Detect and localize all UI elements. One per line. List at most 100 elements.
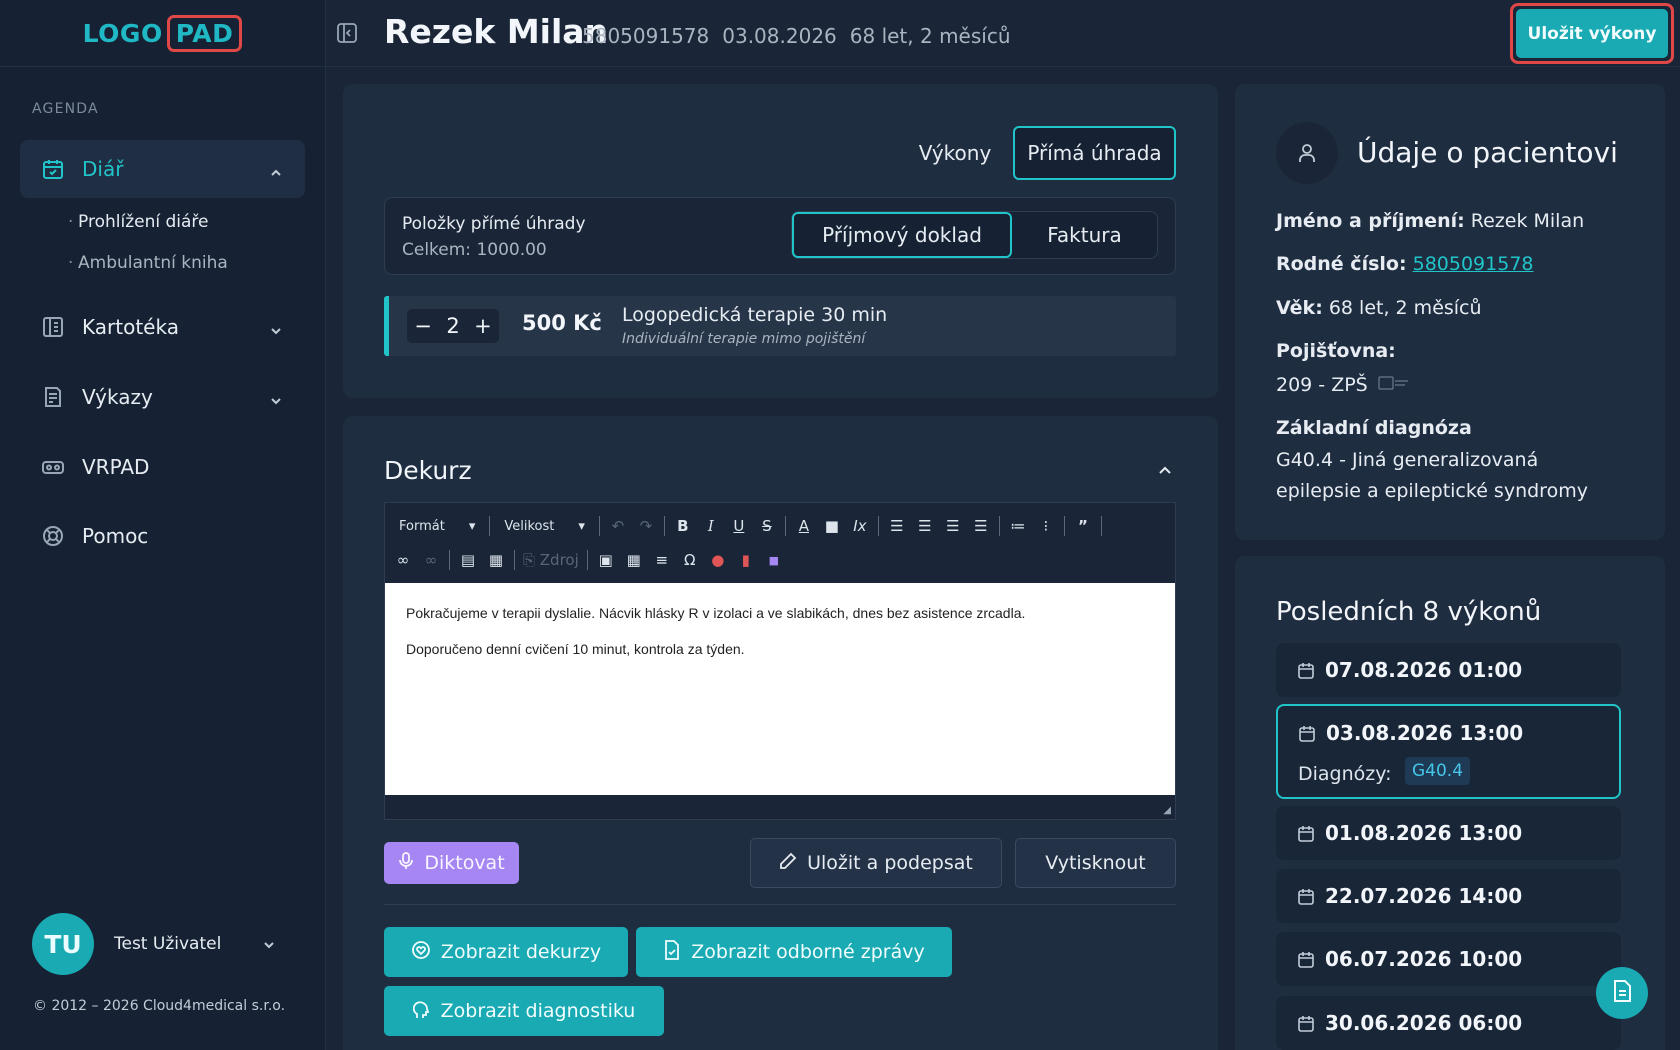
dropdown-arrow-icon: ▾: [578, 518, 585, 534]
show-reports-button[interactable]: Zobrazit odborné zprávy: [636, 927, 952, 977]
patient-rc-row: Rodné číslo: 5805091578: [1276, 253, 1534, 275]
calendar-icon: [1297, 824, 1315, 842]
visit-item[interactable]: 22.07.2026 14:00: [1276, 869, 1621, 923]
paste-text-icon[interactable]: ▦: [486, 551, 506, 569]
numbered-list-icon[interactable]: ≔: [1008, 517, 1028, 535]
bold-icon[interactable]: B: [673, 517, 693, 535]
sidebar-item-vykazy[interactable]: Výkazy: [20, 368, 305, 426]
show-diagnostics-button[interactable]: Zobrazit diagnostiku: [384, 986, 664, 1036]
print-button[interactable]: Vytisknout: [1015, 838, 1176, 888]
table-icon[interactable]: ▦: [624, 551, 644, 569]
visit-item[interactable]: 07.08.2026 01:00: [1276, 643, 1621, 697]
toolbar-divider: [514, 550, 515, 570]
sidebar-item-diar[interactable]: Diář: [20, 140, 305, 198]
insurer-row: 209 - ZPŠ: [1276, 374, 1410, 396]
text-color-icon[interactable]: A: [794, 517, 814, 535]
insurer-value: 209 - ZPŠ: [1276, 374, 1368, 396]
tab-prima-uhrada[interactable]: Přímá úhrada: [1013, 126, 1176, 180]
patient-rc: 5805091578: [582, 24, 710, 48]
redo-icon[interactable]: ↷: [636, 517, 656, 535]
chevron-up-icon[interactable]: [1157, 462, 1173, 478]
editor-paragraph: Doporučeno denní cvičení 10 minut, kontr…: [406, 641, 745, 657]
paste-icon[interactable]: ▤: [458, 551, 478, 569]
patient-meta: 5805091578 03.08.2026 68 let, 2 měsíců: [582, 24, 1011, 48]
sidebar-item-label: Výkazy: [82, 385, 153, 409]
insurance-card-icon: [1378, 374, 1410, 396]
unlink-icon[interactable]: ∞: [421, 551, 441, 569]
visit-date-row: 22.07.2026 14:00: [1297, 884, 1522, 908]
toolbar-divider: [586, 550, 588, 570]
special-char-icon[interactable]: Ω: [680, 551, 700, 569]
justify-icon[interactable]: ☰: [971, 517, 991, 535]
report-icon: [40, 384, 66, 410]
service-name: Logopedická terapie 30 min: [622, 304, 888, 326]
editor-content[interactable]: Pokračujeme v terapii dyslalie. Nácvik h…: [385, 583, 1175, 795]
calendar-icon: [40, 156, 66, 182]
service-note: Individuální terapie mimo pojištění: [622, 331, 866, 347]
format-select[interactable]: Formát ▾: [393, 519, 481, 534]
decrement-button[interactable]: −: [414, 314, 432, 338]
subnav-ambulantni-kniha[interactable]: Ambulantní kniha: [68, 253, 228, 273]
align-center-icon[interactable]: ☰: [915, 517, 935, 535]
ai-icon[interactable]: ■: [764, 554, 784, 567]
visit-date: 06.07.2026 10:00: [1325, 947, 1523, 971]
dictate-button[interactable]: Diktovat: [384, 842, 519, 884]
image-icon[interactable]: ▣: [596, 551, 616, 569]
increment-button[interactable]: +: [474, 314, 492, 338]
copyright: © 2012 – 2026 Cloud4medical s.r.o.: [33, 998, 286, 1014]
save-procedures-button[interactable]: Uložit výkony: [1516, 9, 1668, 58]
user-name: Test Uživatel: [114, 934, 222, 954]
resize-handle-icon[interactable]: ◢: [1163, 805, 1171, 816]
name-value: Rezek Milan: [1470, 210, 1585, 232]
horizontal-line-icon[interactable]: ≡: [652, 551, 672, 569]
visit-item[interactable]: 30.06.2026 06:00: [1276, 996, 1621, 1050]
visits-title: Posledních 8 výkonů: [1276, 597, 1542, 627]
save-sign-button[interactable]: Uložit a podepsat: [750, 838, 1002, 888]
align-right-icon[interactable]: ☰: [943, 517, 963, 535]
sidebar-item-vrpad[interactable]: VRPAD: [20, 438, 305, 496]
document-type-toggle: Příjmový doklad Faktura: [791, 211, 1158, 259]
source-button[interactable]: ⎘ Zdroj: [523, 551, 579, 569]
rc-link[interactable]: 5805091578: [1413, 253, 1534, 275]
diagnosis-line-2: epilepsie a epileptické syndromy: [1276, 480, 1588, 502]
visit-date: 07.08.2026 01:00: [1325, 658, 1523, 682]
blockquote-icon[interactable]: ”: [1073, 517, 1093, 535]
user-menu[interactable]: TU Test Uživatel: [32, 913, 274, 975]
clear-format-icon[interactable]: Ix: [850, 517, 870, 535]
align-left-icon[interactable]: ☰: [887, 517, 907, 535]
comment-icon[interactable]: ●: [708, 551, 728, 569]
logo[interactable]: LOGO PAD: [83, 14, 243, 52]
strikethrough-icon[interactable]: S: [757, 517, 777, 535]
italic-icon[interactable]: I: [701, 517, 721, 535]
diagnosis-badge[interactable]: G40.4: [1405, 757, 1471, 785]
size-select[interactable]: Velikost ▾: [498, 519, 591, 534]
visit-item[interactable]: 06.07.2026 10:00: [1276, 932, 1621, 986]
microphone-icon: [398, 851, 414, 875]
doc-prijmovy-doklad[interactable]: Příjmový doklad: [792, 212, 1012, 258]
sidebar-item-pomoc[interactable]: Pomoc: [20, 507, 305, 565]
underline-icon[interactable]: U: [729, 517, 749, 535]
link-icon[interactable]: ∞: [393, 551, 413, 569]
subnav-prohlizeni[interactable]: Prohlížení diáře: [68, 212, 209, 232]
visit-item[interactable]: 01.08.2026 13:00: [1276, 806, 1621, 860]
tab-vykony[interactable]: Výkony: [897, 126, 1013, 180]
calendar-icon: [1297, 950, 1315, 968]
diagnoses-label: Diagnózy:: [1298, 763, 1392, 785]
visit-date-row: 01.08.2026 13:00: [1297, 821, 1522, 845]
bullet-list-icon[interactable]: ⁝: [1036, 517, 1056, 535]
age-value: 68 let, 2 měsíců: [1328, 297, 1482, 319]
toolbar-divider: [1100, 516, 1102, 536]
visit-item-selected[interactable]: 03.08.2026 13:00 Diagnózy: G40.4: [1276, 704, 1621, 799]
dropdown-arrow-icon: ▾: [468, 518, 476, 534]
doc-faktura[interactable]: Faktura: [1012, 212, 1157, 258]
sidebar-item-kartoteka[interactable]: Kartotéka: [20, 298, 305, 356]
undo-icon[interactable]: ↶: [608, 517, 628, 535]
background-color-icon[interactable]: ■: [822, 517, 842, 535]
calendar-icon: [1297, 1014, 1315, 1032]
sidebar-toggle-icon[interactable]: [336, 22, 358, 44]
source-label: Zdroj: [539, 551, 579, 569]
show-diagnostics-label: Zobrazit diagnostiku: [440, 1000, 636, 1022]
notes-fab-button[interactable]: [1596, 967, 1648, 1019]
document-icon[interactable]: ▮: [736, 551, 756, 569]
show-dekurzy-button[interactable]: Zobrazit dekurzy: [384, 927, 628, 977]
